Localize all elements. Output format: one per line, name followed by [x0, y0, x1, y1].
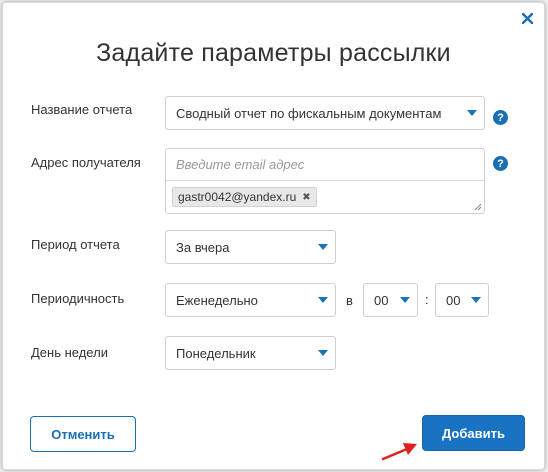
- email-input[interactable]: [166, 149, 484, 181]
- email-tag: gastr0042@yandex.ru ✖: [172, 187, 317, 207]
- frequency-label: Периодичность: [31, 291, 125, 306]
- hour-value: 00: [374, 292, 389, 308]
- chevron-down-icon: [471, 297, 481, 303]
- chevron-down-icon: [467, 110, 477, 116]
- minute-select[interactable]: 00: [435, 283, 489, 317]
- chevron-down-icon: [400, 297, 410, 303]
- report-name-label: Название отчета: [31, 102, 133, 117]
- dialog-title: Задайте параметры рассылки: [96, 39, 451, 67]
- resize-handle-icon[interactable]: [474, 203, 482, 211]
- annotation-arrow-icon: [381, 443, 417, 461]
- report-name-value: Сводный отчет по фискальным документам: [176, 105, 442, 121]
- chevron-down-icon: [318, 244, 328, 250]
- period-value: За вчера: [176, 239, 230, 255]
- report-name-select[interactable]: Сводный отчет по фискальным документам: [165, 96, 485, 130]
- help-icon[interactable]: ?: [493, 110, 508, 125]
- weekday-label: День недели: [31, 345, 108, 360]
- chevron-down-icon: [318, 297, 328, 303]
- mailing-settings-dialog: Задайте параметры рассылки Название отче…: [2, 2, 545, 470]
- period-select[interactable]: За вчера: [165, 230, 336, 264]
- recipient-email-box[interactable]: gastr0042@yandex.ru ✖: [165, 148, 485, 214]
- frequency-select[interactable]: Еженедельно: [165, 283, 336, 317]
- email-tag-label: gastr0042@yandex.ru: [178, 190, 297, 204]
- close-icon[interactable]: [520, 11, 534, 25]
- chevron-down-icon: [318, 350, 328, 356]
- frequency-value: Еженедельно: [176, 292, 258, 308]
- help-icon[interactable]: ?: [493, 156, 508, 171]
- cancel-button[interactable]: Отменить: [30, 416, 136, 452]
- recipient-label: Адрес получателя: [31, 155, 141, 170]
- weekday-select[interactable]: Понедельник: [165, 336, 336, 370]
- weekday-value: Понедельник: [176, 345, 256, 361]
- period-label: Период отчета: [31, 237, 120, 252]
- remove-tag-icon[interactable]: ✖: [302, 192, 310, 203]
- hour-select[interactable]: 00: [363, 283, 418, 317]
- minute-value: 00: [446, 292, 461, 308]
- add-button[interactable]: Добавить: [422, 415, 525, 451]
- at-label: в: [346, 293, 353, 308]
- time-colon: :: [425, 292, 429, 307]
